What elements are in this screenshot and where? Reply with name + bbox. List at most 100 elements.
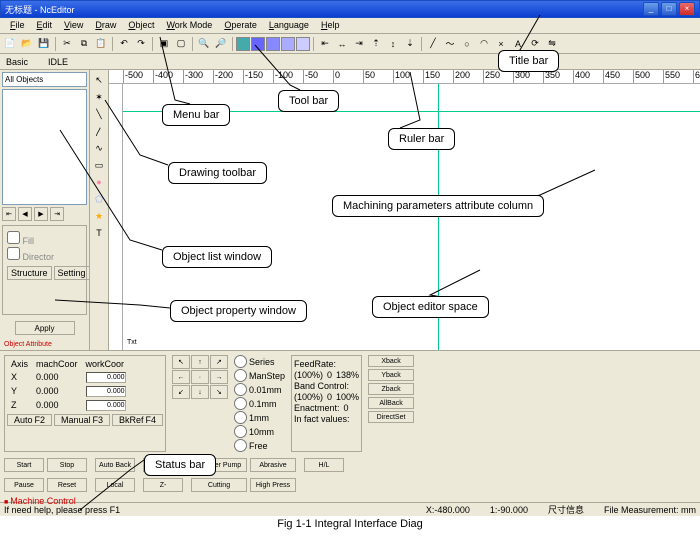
jog-center[interactable]: ·: [191, 370, 209, 384]
align-top-icon[interactable]: ⇡: [368, 36, 384, 52]
coordinate-box: AxismachCoorworkCoor X0.000 Y0.000 Z0.00…: [4, 355, 166, 452]
zoom-in-icon[interactable]: 🔍: [196, 36, 212, 52]
bkref-button[interactable]: BkRef F4: [112, 414, 163, 426]
jog-w[interactable]: ←: [172, 370, 190, 384]
highpress-button[interactable]: High Press: [250, 478, 296, 492]
close-button[interactable]: ×: [679, 2, 695, 16]
group-icon[interactable]: ▣: [156, 36, 172, 52]
xback-button[interactable]: Xback: [368, 355, 414, 367]
align-right-icon[interactable]: ⇥: [351, 36, 367, 52]
redo-icon[interactable]: ↷: [133, 36, 149, 52]
autoback-button[interactable]: Auto Back: [95, 458, 135, 472]
jog-se[interactable]: ↘: [210, 385, 228, 399]
jog-nw[interactable]: ↖: [172, 355, 190, 369]
menu-edit[interactable]: Edit: [31, 18, 59, 33]
menu-view[interactable]: View: [58, 18, 89, 33]
step-manstep-radio[interactable]: [234, 369, 247, 382]
menu-workmode[interactable]: Work Mode: [160, 18, 218, 33]
polygon-icon[interactable]: ⬠: [91, 191, 107, 207]
maximize-button[interactable]: □: [661, 2, 677, 16]
menu-file[interactable]: File: [4, 18, 31, 33]
all-objects-tab[interactable]: All Objects: [2, 72, 87, 87]
color-swatch-2[interactable]: [251, 37, 265, 51]
menu-help[interactable]: Help: [315, 18, 346, 33]
step-free-radio[interactable]: [234, 439, 247, 452]
object-attribute-tab[interactable]: Object Attribute: [0, 339, 89, 350]
step-10-radio[interactable]: [234, 425, 247, 438]
menu-object[interactable]: Object: [122, 18, 160, 33]
zoom-out-icon[interactable]: 🔎: [213, 36, 229, 52]
paste-icon[interactable]: 📋: [93, 36, 109, 52]
hl-button[interactable]: H/L: [304, 458, 344, 472]
star-icon[interactable]: ★: [91, 208, 107, 224]
circle-icon[interactable]: ○: [459, 36, 475, 52]
step-series-radio[interactable]: [234, 355, 247, 368]
new-icon[interactable]: 📄: [2, 36, 18, 52]
color-swatch-3[interactable]: [266, 37, 280, 51]
ungroup-icon[interactable]: ▢: [173, 36, 189, 52]
curve-tool-icon[interactable]: ∿: [91, 140, 107, 156]
y-work-input[interactable]: [86, 386, 126, 397]
local-button[interactable]: Local: [95, 478, 135, 492]
fill-checkbox[interactable]: [7, 231, 20, 244]
open-icon[interactable]: 📂: [19, 36, 35, 52]
reset-button[interactable]: Reset: [47, 478, 87, 492]
jog-sw[interactable]: ↙: [172, 385, 190, 399]
menu-draw[interactable]: Draw: [89, 18, 122, 33]
menu-language[interactable]: Language: [263, 18, 315, 33]
manual-button[interactable]: Manual F3: [54, 414, 110, 426]
auto-button[interactable]: Auto F2: [7, 414, 52, 426]
arc-icon[interactable]: ◠: [476, 36, 492, 52]
z-work-input[interactable]: [86, 400, 126, 411]
align-middle-icon[interactable]: ↕: [385, 36, 401, 52]
jog-n[interactable]: ↑: [191, 355, 209, 369]
abrasive-button[interactable]: Abrasive: [250, 458, 296, 472]
move-last-button[interactable]: ⇥: [50, 207, 64, 221]
object-list[interactable]: [2, 89, 87, 205]
jog-e[interactable]: →: [210, 370, 228, 384]
align-center-icon[interactable]: ↔: [334, 36, 350, 52]
text-tool-icon[interactable]: T: [91, 225, 107, 241]
polyline-icon[interactable]: 〳: [91, 123, 107, 139]
zminus-button[interactable]: Z-: [143, 478, 183, 492]
jog-ne[interactable]: ↗: [210, 355, 228, 369]
line-icon[interactable]: ╱: [425, 36, 441, 52]
yback-button[interactable]: Yback: [368, 369, 414, 381]
structure-tab[interactable]: Structure: [7, 266, 52, 280]
step-01-radio[interactable]: [234, 397, 247, 410]
pause-button[interactable]: Pause: [4, 478, 44, 492]
align-left-icon[interactable]: ⇤: [317, 36, 333, 52]
align-bottom-icon[interactable]: ⇣: [402, 36, 418, 52]
color-swatch-5[interactable]: [296, 37, 310, 51]
x-work-input[interactable]: [86, 372, 126, 383]
apply-button[interactable]: Apply: [15, 321, 75, 335]
director-checkbox[interactable]: [7, 247, 20, 260]
move-next-button[interactable]: ▶: [34, 207, 48, 221]
directset-button[interactable]: DirectSet: [368, 411, 414, 423]
move-prev-button[interactable]: ◀: [18, 207, 32, 221]
stop-button[interactable]: Stop: [47, 458, 87, 472]
cutting-button[interactable]: Cutting: [191, 478, 247, 492]
setting-tab[interactable]: Setting: [54, 266, 90, 280]
node-icon[interactable]: ✶: [91, 89, 107, 105]
color-swatch-4[interactable]: [281, 37, 295, 51]
pointer-icon[interactable]: ↖: [91, 72, 107, 88]
line-tool-icon[interactable]: ╲: [91, 106, 107, 122]
rect-icon[interactable]: ▭: [91, 157, 107, 173]
allback-button[interactable]: AllBack: [368, 397, 414, 409]
save-icon[interactable]: 💾: [36, 36, 52, 52]
step-001-radio[interactable]: [234, 383, 247, 396]
curve-icon[interactable]: 〜: [442, 36, 458, 52]
start-button[interactable]: Start: [4, 458, 44, 472]
move-first-button[interactable]: ⇤: [2, 207, 16, 221]
copy-icon[interactable]: ⧉: [76, 36, 92, 52]
zback-button[interactable]: Zback: [368, 383, 414, 395]
undo-icon[interactable]: ↶: [116, 36, 132, 52]
color-swatch-1[interactable]: [236, 37, 250, 51]
cut-icon[interactable]: ✂: [59, 36, 75, 52]
menu-operate[interactable]: Operate: [218, 18, 263, 33]
step-1-radio[interactable]: [234, 411, 247, 424]
ellipse-icon[interactable]: ●: [91, 174, 107, 190]
minimize-button[interactable]: _: [643, 2, 659, 16]
jog-s[interactable]: ↓: [191, 385, 209, 399]
